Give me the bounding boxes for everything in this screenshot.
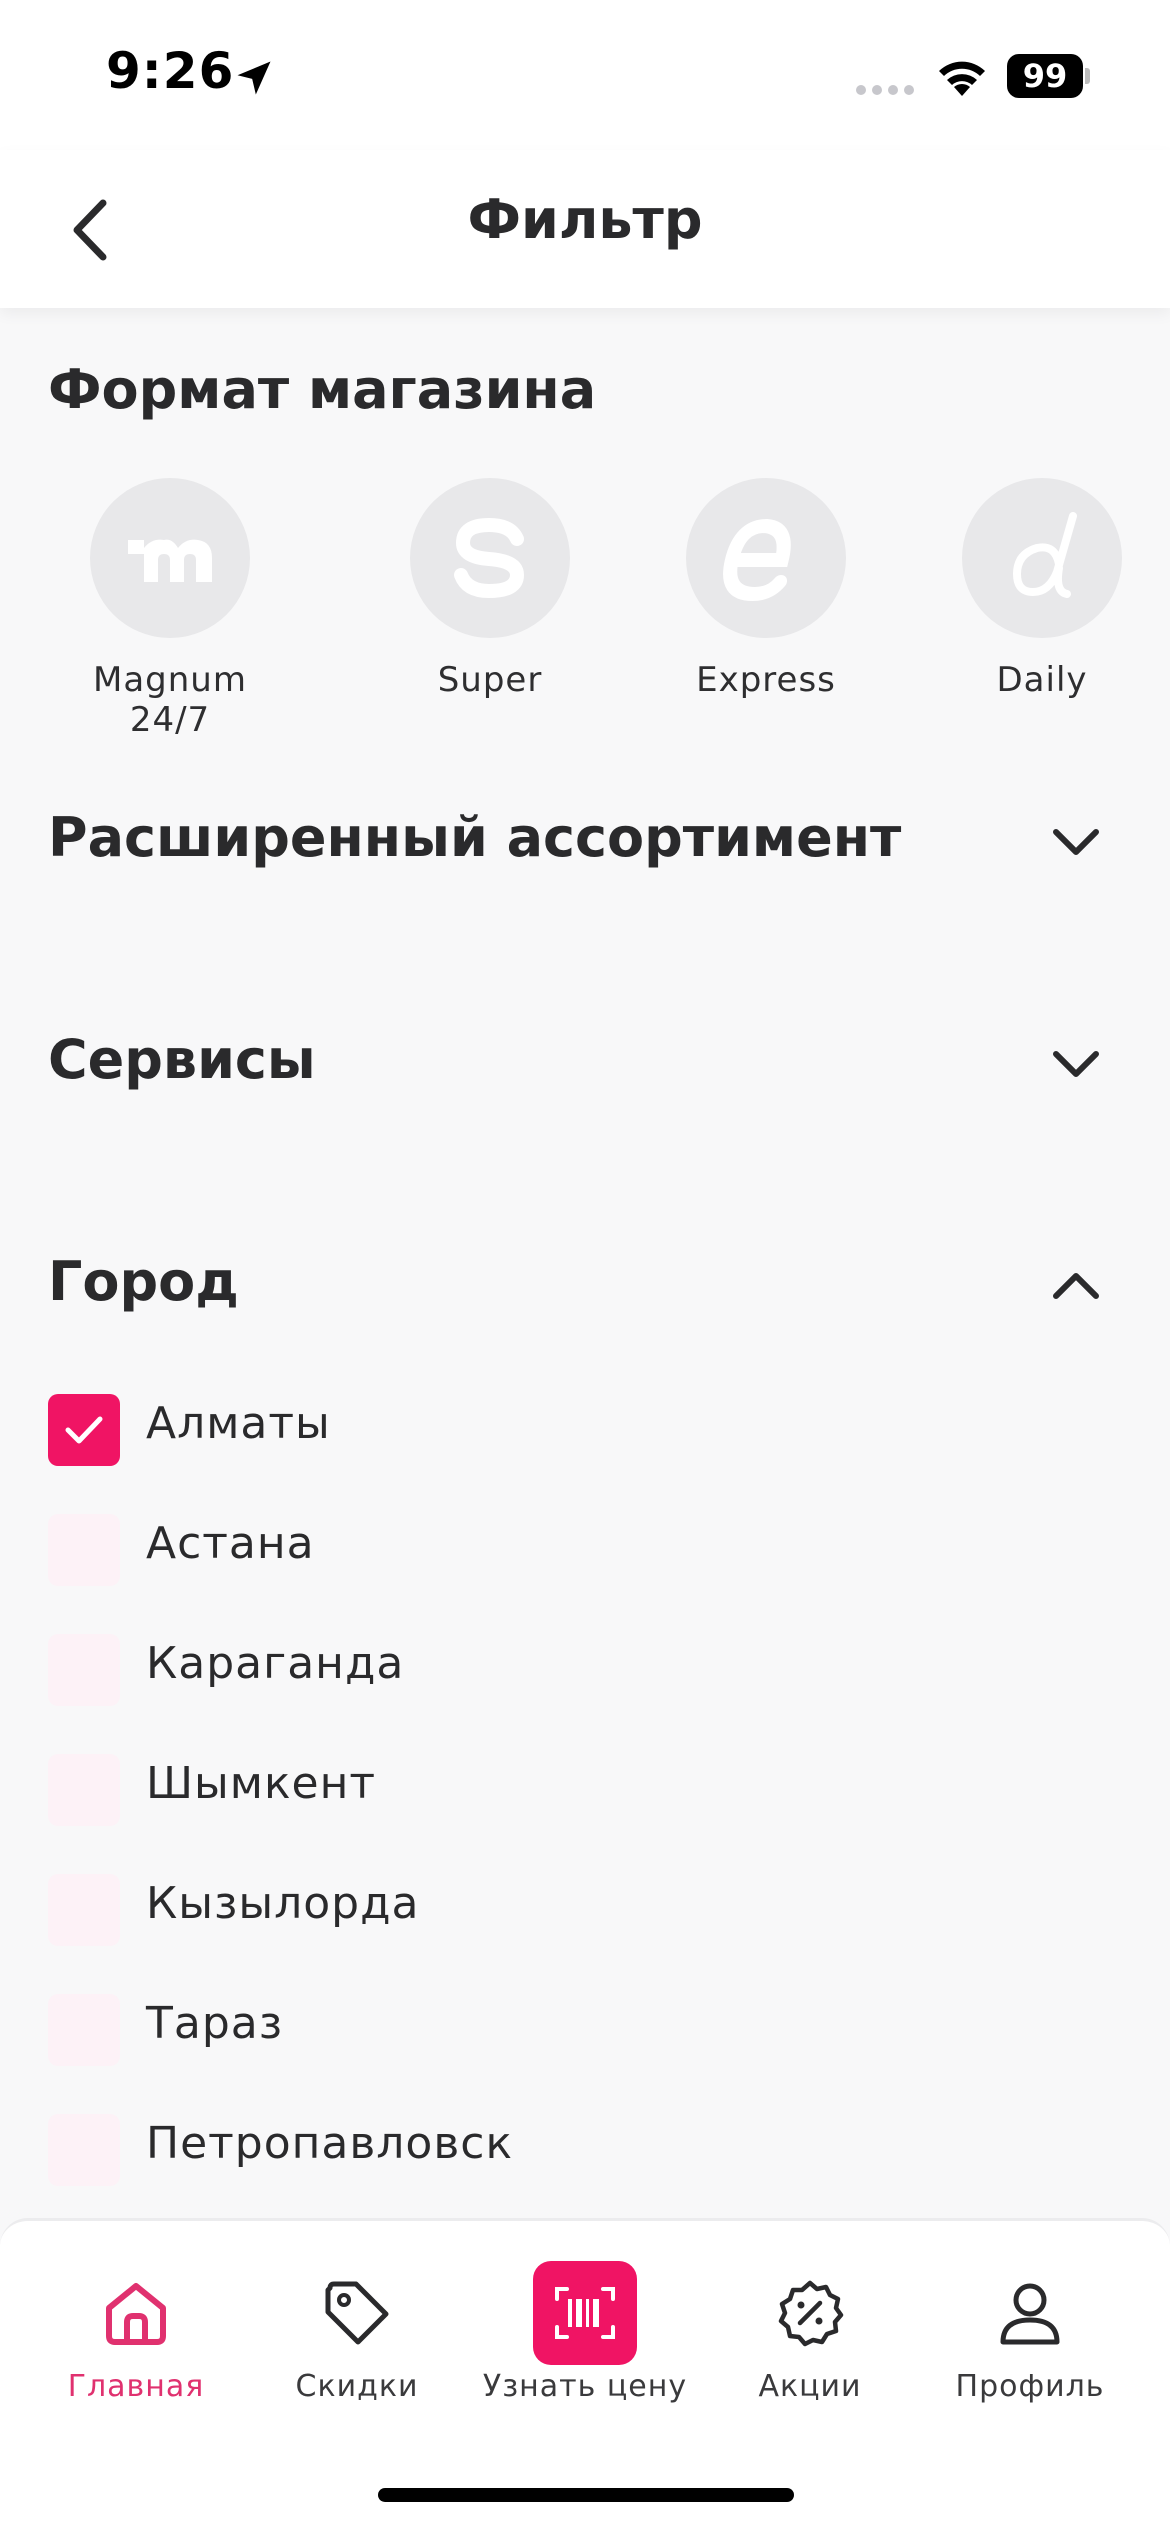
- city-label: Тараз: [146, 1998, 284, 2049]
- city-toggle[interactable]: [1040, 1250, 1112, 1322]
- wifi-icon: [939, 61, 985, 96]
- format-express[interactable]: Express: [656, 478, 876, 700]
- chevron-up-icon: [1053, 1273, 1099, 1299]
- battery-level: 99: [1007, 54, 1083, 98]
- city-label: Караганда: [146, 1638, 405, 1689]
- cellular-signal-icon: [856, 85, 914, 95]
- chevron-down-icon: [1053, 1051, 1099, 1077]
- format-magnum-24-7[interactable]: Magnum 24/7: [60, 478, 280, 740]
- express-logo-icon: [686, 478, 846, 638]
- magnum-logo-icon: [90, 478, 250, 638]
- city-title[interactable]: Город: [48, 1250, 239, 1313]
- bottom-tab-bar: Главная Скидки Узнать цену Акции Профиль: [0, 2218, 1170, 2532]
- format-label: Super: [437, 660, 543, 700]
- format-label: Express: [696, 660, 836, 700]
- checkbox[interactable]: [48, 2114, 120, 2186]
- battery-icon: 99: [1007, 54, 1090, 98]
- tab-label: Профиль: [955, 2369, 1105, 2404]
- city-option-taraz[interactable]: Тараз: [48, 1986, 1128, 2076]
- city-label: Кызылорда: [146, 1878, 420, 1929]
- tab-promotions[interactable]: Акции: [700, 2261, 920, 2404]
- tag-icon: [305, 2261, 409, 2365]
- tab-check-price[interactable]: Узнать цену: [475, 2261, 695, 2404]
- city-label: Алматы: [146, 1398, 331, 1449]
- tab-label: Главная: [67, 2369, 205, 2404]
- services-toggle[interactable]: [1040, 1028, 1112, 1100]
- format-label: Daily: [996, 660, 1088, 700]
- tab-label: Акции: [758, 2369, 862, 2404]
- home-indicator[interactable]: [378, 2488, 794, 2502]
- checkbox[interactable]: [48, 1514, 120, 1586]
- super-logo-icon: [410, 478, 570, 638]
- location-arrow-icon: [237, 61, 271, 95]
- tab-home[interactable]: Главная: [26, 2261, 246, 2404]
- city-option-astana[interactable]: Астана: [48, 1506, 1128, 1596]
- checkbox[interactable]: [48, 1754, 120, 1826]
- format-super[interactable]: Super: [380, 478, 600, 700]
- city-label: Астана: [146, 1518, 315, 1569]
- tab-label: Узнать цену: [482, 2369, 688, 2404]
- city-label: Петропавловск: [146, 2118, 514, 2169]
- checkbox[interactable]: [48, 1994, 120, 2066]
- tab-discounts[interactable]: Скидки: [247, 2261, 467, 2404]
- store-format-title: Формат магазина: [48, 358, 597, 421]
- profile-icon: [978, 2261, 1082, 2365]
- city-option-shymkent[interactable]: Шымкент: [48, 1746, 1128, 1836]
- city-option-karaganda[interactable]: Караганда: [48, 1626, 1128, 1716]
- barcode-scan-icon: [533, 2261, 637, 2365]
- format-daily[interactable]: Daily: [932, 478, 1152, 700]
- home-icon: [84, 2261, 188, 2365]
- navigation-header: Фильтр: [0, 150, 1170, 308]
- page-title: Фильтр: [467, 188, 703, 251]
- status-bar: 9:26 99: [0, 0, 1170, 150]
- city-option-almaty[interactable]: Алматы: [48, 1386, 1128, 1476]
- chevron-down-icon: [1053, 829, 1099, 855]
- extended-assortment-toggle[interactable]: [1040, 806, 1112, 878]
- format-label: Magnum 24/7: [93, 660, 247, 740]
- tab-label: Скидки: [295, 2369, 419, 2404]
- checkbox[interactable]: [48, 1634, 120, 1706]
- city-label: Шымкент: [146, 1758, 377, 1809]
- status-time: 9:26: [106, 42, 235, 100]
- tab-profile[interactable]: Профиль: [920, 2261, 1140, 2404]
- percent-badge-icon: [758, 2261, 862, 2365]
- city-option-petropavlovsk[interactable]: Петропавловск: [48, 2106, 1128, 2196]
- daily-logo-icon: [962, 478, 1122, 638]
- services-title[interactable]: Сервисы: [48, 1028, 316, 1091]
- city-option-kyzylorda[interactable]: Кызылорда: [48, 1866, 1128, 1956]
- checkbox-checked[interactable]: [48, 1394, 120, 1466]
- extended-assortment-title[interactable]: Расширенный ассортимент: [48, 806, 901, 869]
- checkmark-icon: [65, 1416, 103, 1444]
- checkbox[interactable]: [48, 1874, 120, 1946]
